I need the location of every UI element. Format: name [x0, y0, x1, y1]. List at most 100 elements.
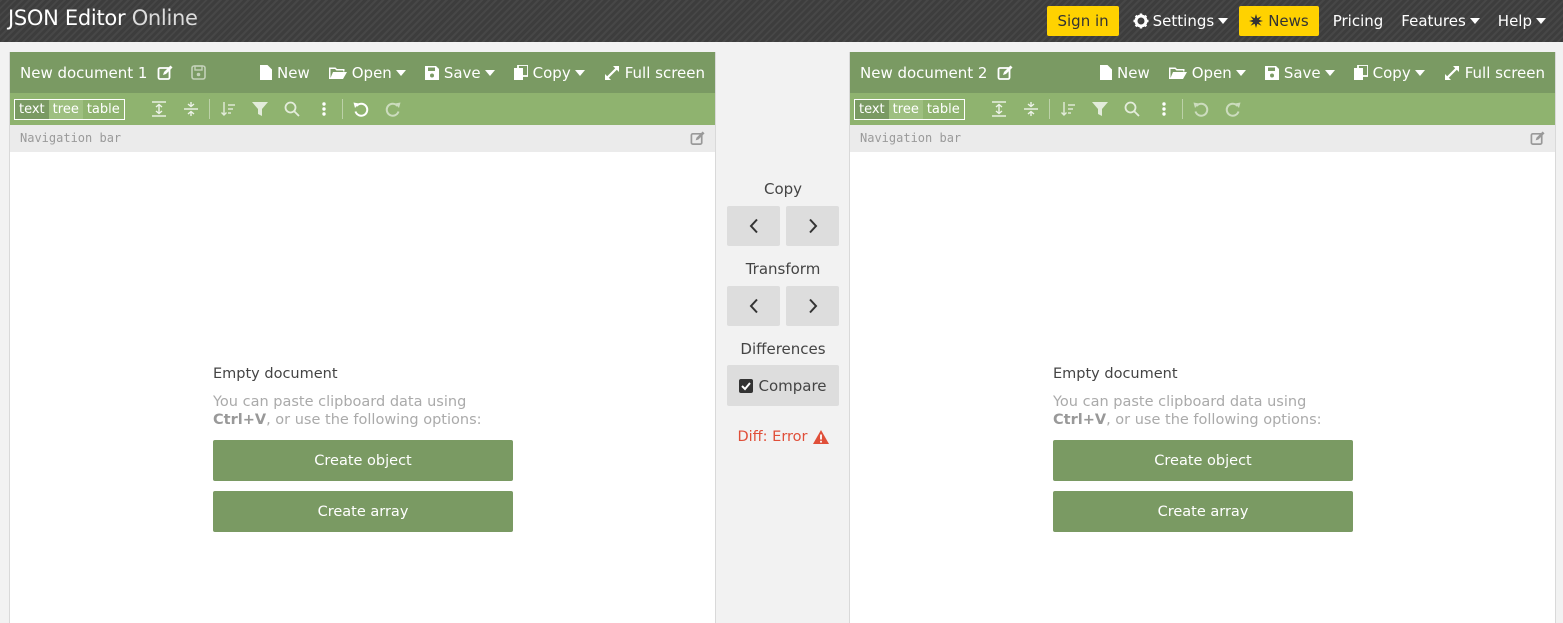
file-icon	[1100, 65, 1113, 80]
filter-button[interactable]	[244, 93, 276, 125]
help-menu[interactable]: Help	[1489, 0, 1555, 42]
search-button[interactable]	[276, 93, 308, 125]
mode-text-tab[interactable]: text	[855, 100, 889, 119]
fullscreen-button[interactable]: Full screen	[1444, 64, 1545, 82]
copy-icon	[1353, 65, 1368, 80]
features-menu[interactable]: Features	[1392, 0, 1489, 42]
compare-toggle[interactable]: Compare	[727, 365, 839, 406]
undo-button[interactable]	[345, 93, 377, 125]
document-title[interactable]: New document 1	[20, 64, 147, 82]
filter-button[interactable]	[1084, 93, 1116, 125]
create-array-label: Create array	[1157, 503, 1249, 520]
edit-icon[interactable]	[1530, 131, 1545, 146]
open-menu[interactable]: Open	[328, 64, 406, 82]
features-label: Features	[1401, 12, 1466, 30]
chevron-right-icon	[808, 298, 817, 314]
news-label: News	[1268, 12, 1309, 30]
diff-status-text: Diff: Error	[737, 429, 808, 445]
mode-switch: text tree table	[14, 99, 125, 120]
sort-button[interactable]	[212, 93, 244, 125]
save-label: Save	[443, 63, 481, 82]
copy-menu[interactable]: Copy	[513, 63, 585, 82]
create-array-button[interactable]: Create array	[213, 491, 513, 532]
pricing-link[interactable]: Pricing	[1324, 0, 1393, 42]
save-icon[interactable]	[191, 65, 207, 80]
redo-icon	[1225, 102, 1241, 117]
sort-icon	[221, 102, 235, 116]
empty-document-hint: You can paste clipboard data using Ctrl+V…	[1053, 393, 1353, 429]
mode-text-tab[interactable]: text	[15, 100, 49, 119]
copy-section-label: Copy	[763, 180, 803, 198]
edit-icon[interactable]	[690, 131, 705, 146]
expand-all-button[interactable]	[143, 93, 175, 125]
sort-button[interactable]	[1052, 93, 1084, 125]
compare-controls: Copy Transform Differences Compare Diff:…	[717, 52, 849, 623]
open-menu[interactable]: Open	[1168, 64, 1246, 82]
burst-icon	[1249, 14, 1264, 28]
transform-to-right-button[interactable]	[786, 286, 839, 326]
copy-to-right-button[interactable]	[786, 206, 839, 246]
empty-document-title: Empty document	[213, 366, 338, 382]
mode-tree-tab[interactable]: tree	[48, 100, 83, 119]
folder-open-icon	[328, 67, 347, 79]
logo-main: JSON Editor	[8, 6, 126, 30]
app-logo[interactable]: JSON Editor Online	[8, 6, 198, 30]
fullscreen-label: Full screen	[624, 63, 705, 82]
create-array-button[interactable]: Create array	[1053, 491, 1353, 532]
new-button[interactable]: New	[260, 64, 310, 82]
create-object-button[interactable]: Create object	[1053, 440, 1353, 481]
news-button[interactable]: News	[1239, 6, 1319, 36]
navigation-bar-label: Navigation bar	[20, 131, 122, 145]
logo-light: Online	[131, 6, 198, 30]
transform-section-label: Transform	[745, 260, 821, 278]
edit-icon[interactable]	[997, 65, 1013, 81]
redo-button[interactable]	[377, 93, 409, 125]
mode-tree-tab[interactable]: tree	[888, 100, 923, 119]
floppy-icon	[1264, 65, 1279, 80]
search-button[interactable]	[1116, 93, 1148, 125]
fullscreen-button[interactable]: Full screen	[604, 64, 705, 82]
undo-icon	[353, 102, 369, 117]
hint-text-end: , or use the following options:	[266, 412, 482, 428]
expand-all-button[interactable]	[983, 93, 1015, 125]
redo-button[interactable]	[1217, 93, 1249, 125]
more-options-button[interactable]	[1148, 93, 1180, 125]
mode-table-tab[interactable]: table	[923, 100, 964, 119]
chevron-down-icon	[1536, 18, 1546, 24]
expand-icon	[1444, 65, 1459, 80]
toolbar-divider	[209, 99, 210, 119]
navigation-bar-label: Navigation bar	[860, 131, 962, 145]
toolbar-divider	[1049, 99, 1050, 119]
new-button[interactable]: New	[1100, 64, 1150, 82]
edit-icon[interactable]	[157, 65, 173, 81]
save-menu[interactable]: Save	[1264, 64, 1335, 82]
chevron-down-icon	[1218, 18, 1229, 24]
transform-to-left-button[interactable]	[727, 286, 780, 326]
copy-label: Copy	[532, 63, 571, 82]
collapse-all-button[interactable]	[175, 93, 207, 125]
more-options-button[interactable]	[308, 93, 340, 125]
panel-main-menu: New document 1 New Open Save Copy Full s…	[10, 52, 715, 93]
sign-in-button[interactable]: Sign in	[1047, 6, 1119, 36]
undo-button[interactable]	[1185, 93, 1217, 125]
mode-table-tab[interactable]: table	[83, 100, 124, 119]
chevron-left-icon	[749, 218, 758, 234]
redo-icon	[385, 102, 401, 117]
warning-icon	[812, 430, 829, 444]
new-label: New	[1117, 63, 1150, 82]
diff-status: Diff: Error	[717, 429, 849, 445]
compare-label: Compare	[758, 376, 827, 395]
folder-open-icon	[1168, 67, 1187, 79]
settings-menu[interactable]: Settings	[1124, 0, 1238, 42]
create-object-button[interactable]: Create object	[213, 440, 513, 481]
navigation-bar[interactable]: Navigation bar	[850, 125, 1555, 152]
copy-label: Copy	[1372, 63, 1411, 82]
copy-to-left-button[interactable]	[727, 206, 780, 246]
navigation-bar[interactable]: Navigation bar	[10, 125, 715, 152]
collapse-all-button[interactable]	[1015, 93, 1047, 125]
create-array-label: Create array	[317, 503, 409, 520]
copy-menu[interactable]: Copy	[1353, 63, 1425, 82]
right-editor-panel: New document 2 New Open Save Copy Full s…	[849, 52, 1556, 623]
save-menu[interactable]: Save	[424, 63, 495, 82]
document-title[interactable]: New document 2	[860, 64, 987, 82]
